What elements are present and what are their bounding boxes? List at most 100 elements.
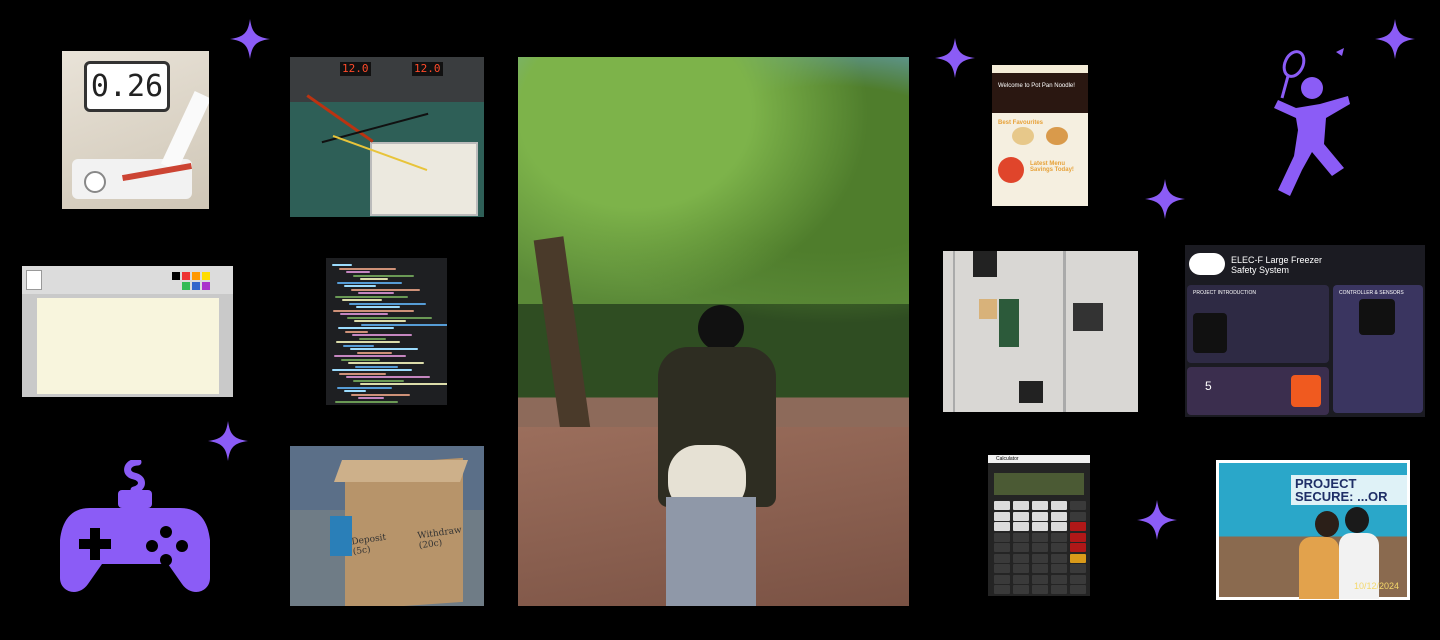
power-supply-photo: 12.0 12.0 xyxy=(290,57,484,217)
power-readout-left: 12.0 xyxy=(340,62,371,76)
gamepad-icon xyxy=(60,460,210,592)
servo-reading: 0.26 xyxy=(84,61,170,112)
calculator-key xyxy=(1013,532,1029,542)
calculator-key xyxy=(1070,522,1086,531)
calculator-key xyxy=(1070,511,1086,521)
calculator-key xyxy=(1013,585,1029,594)
code-line xyxy=(336,341,400,343)
sparkle-icon xyxy=(1137,500,1177,540)
calculator-key xyxy=(1032,501,1048,510)
calculator-key xyxy=(1032,532,1048,542)
code-line xyxy=(359,337,386,340)
project-poster: ELEC-F Large Freezer Safety System PROJE… xyxy=(1185,245,1425,417)
calculator-key xyxy=(1051,585,1067,594)
sparkle-icon xyxy=(935,38,975,78)
code-line xyxy=(353,274,414,277)
poster-section-right: CONTROLLER & SENSORS xyxy=(1339,290,1404,296)
badminton-player-icon xyxy=(1274,48,1350,196)
event-photo-date: 10/12/2024 xyxy=(1353,581,1399,591)
calculator-key xyxy=(1070,532,1086,542)
servo-display-photo: 0.26 xyxy=(62,51,209,209)
code-line xyxy=(343,344,374,347)
code-editor-screenshot xyxy=(326,258,447,405)
code-line xyxy=(350,348,418,350)
code-line xyxy=(361,323,447,326)
code-line xyxy=(332,264,352,266)
code-line xyxy=(342,299,382,301)
code-line xyxy=(340,313,388,315)
poster-counter: 5 xyxy=(1205,379,1212,393)
calculator-key xyxy=(1051,501,1067,510)
calculator-key xyxy=(1013,553,1029,563)
calculator-key xyxy=(1070,574,1086,584)
calculator-key xyxy=(994,564,1010,573)
calculator-key xyxy=(994,511,1010,521)
calculator-key xyxy=(1051,574,1067,584)
sparkle-icon xyxy=(208,421,248,461)
calculator-key xyxy=(1013,501,1029,510)
code-line xyxy=(353,379,404,382)
calculator-key xyxy=(1051,553,1067,563)
calculator-key xyxy=(1032,564,1048,573)
code-line xyxy=(334,355,406,357)
portrait-photo-walkway xyxy=(518,57,909,606)
calculator-key xyxy=(994,574,1010,584)
code-line xyxy=(337,386,392,389)
calculator-app-screenshot: Calculator xyxy=(988,455,1090,596)
calculator-key xyxy=(1070,543,1086,552)
code-line xyxy=(335,295,408,298)
code-line xyxy=(352,334,412,336)
code-line xyxy=(333,309,414,312)
project-event-photo: PROJECT SECURE: ...OR 10/12/2024 xyxy=(1216,460,1410,600)
calculator-key xyxy=(994,532,1010,542)
code-line xyxy=(341,358,380,361)
code-line xyxy=(344,390,366,392)
poster-section-left: PROJECT INTRODUCTION xyxy=(1193,290,1256,296)
calculator-key xyxy=(1032,543,1048,552)
code-line xyxy=(357,351,392,354)
calculator-key xyxy=(1070,564,1086,573)
calculator-key xyxy=(1051,511,1067,521)
code-line xyxy=(332,369,412,371)
calculator-key xyxy=(1032,511,1048,521)
calculator-key xyxy=(1051,532,1067,542)
code-line xyxy=(351,393,410,396)
calculator-key xyxy=(1070,585,1086,594)
code-line xyxy=(347,316,432,319)
calculator-key xyxy=(1032,574,1048,584)
code-line xyxy=(344,285,376,287)
calculator-key xyxy=(1032,553,1048,563)
calculator-key xyxy=(994,553,1010,563)
poster-title: ELEC-F Large Freezer Safety System xyxy=(1231,255,1323,275)
calculator-display xyxy=(994,473,1084,495)
code-line xyxy=(354,320,406,322)
code-line xyxy=(337,281,402,284)
calculator-key xyxy=(1051,522,1067,531)
calculator-key xyxy=(1013,543,1029,552)
code-line xyxy=(355,365,398,368)
code-line xyxy=(356,306,400,308)
code-line xyxy=(345,330,368,333)
calculator-key xyxy=(1070,553,1086,563)
website-screenshot: Welcome to Pot Pan Noodle! Best Favourit… xyxy=(992,65,1088,206)
code-line xyxy=(360,383,447,385)
power-readout-right: 12.0 xyxy=(412,62,443,76)
sparkle-icon xyxy=(1375,19,1415,59)
box-project-photo: Deposit (5c) Withdraw (20c) xyxy=(290,446,484,606)
code-line xyxy=(351,288,420,291)
freezer-prototype-photo xyxy=(943,251,1138,412)
calculator-key xyxy=(994,585,1010,594)
code-line xyxy=(358,292,394,294)
calculator-key xyxy=(1032,522,1048,531)
calculator-key xyxy=(1013,522,1029,531)
website-hero-text: Welcome to Pot Pan Noodle! xyxy=(998,83,1075,89)
calculator-key xyxy=(1013,574,1029,584)
event-banner-text: PROJECT SECURE: ...OR xyxy=(1291,475,1407,505)
code-line xyxy=(358,397,384,399)
paint-app-screenshot xyxy=(22,266,233,397)
code-line xyxy=(349,302,426,305)
calculator-key xyxy=(1051,543,1067,552)
calculator-key xyxy=(994,543,1010,552)
sparkle-icon xyxy=(230,19,270,59)
calculator-key xyxy=(994,501,1010,510)
